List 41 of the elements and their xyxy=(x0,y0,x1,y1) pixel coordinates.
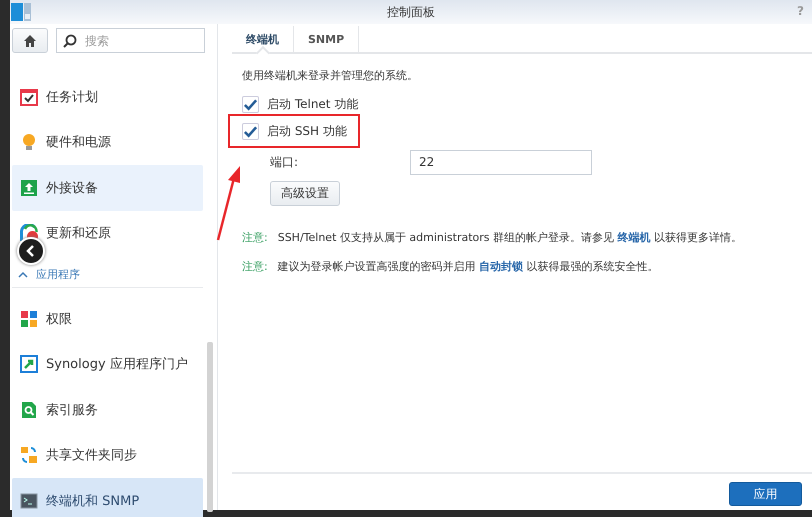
lightbulb-icon xyxy=(20,133,38,152)
permissions-icon xyxy=(20,310,38,328)
upload-icon xyxy=(20,178,38,197)
checkbox[interactable] xyxy=(242,123,259,140)
help-link[interactable]: 自动封锁 xyxy=(479,260,524,273)
calendar-icon xyxy=(20,88,38,106)
sidebar-item[interactable]: 硬件和电源 xyxy=(12,120,203,165)
search-field[interactable]: 搜索 xyxy=(56,28,205,53)
search-icon xyxy=(63,34,77,48)
port-field[interactable]: 22 xyxy=(410,150,592,174)
advanced-settings-button[interactable]: 高级设置 xyxy=(270,181,340,206)
sidebar-item[interactable]: 权限 xyxy=(12,296,203,342)
checkbox[interactable] xyxy=(242,96,259,113)
checkbox-label: 启动 Telnet 功能 xyxy=(267,96,358,113)
index-icon xyxy=(20,400,38,419)
sidebar-item[interactable]: 任务计划 xyxy=(12,74,203,120)
note-text: 建议为登录帐户设置高强度的密码并启用 自动封锁 以获得最强的系统安全性。 xyxy=(278,259,659,274)
description-text: 使用终端机来登录并管理您的系统。 xyxy=(242,68,419,83)
sidebar-item[interactable]: 外接设备 xyxy=(12,165,203,210)
sidebar-item[interactable]: 共享文件夹同步 xyxy=(12,432,203,478)
terminal-icon xyxy=(20,492,38,510)
help-link[interactable]: 终端机 xyxy=(618,231,650,244)
port-label: 端口: xyxy=(270,154,300,170)
portal-icon xyxy=(20,355,38,374)
app-logo-icon xyxy=(11,2,31,22)
note-text: SSH/Telnet 仅支持从属于 administrators 群组的帐户登录。请参见 终端机 以获得更多详情。 xyxy=(278,230,742,245)
chevron-icon xyxy=(18,270,28,278)
sidebar-item[interactable]: Synology 应用程序门户 xyxy=(12,342,203,387)
home-button[interactable] xyxy=(12,28,48,53)
tab[interactable]: SNMP xyxy=(294,26,360,52)
apply-button[interactable]: 应用 xyxy=(729,482,802,506)
note-label: 注意: xyxy=(242,230,268,245)
checkbox-label: 启动 SSH 功能 xyxy=(267,123,347,140)
home-icon xyxy=(23,34,37,48)
sidebar-item[interactable]: 索引服务 xyxy=(12,387,203,432)
folder-sync-icon xyxy=(20,446,38,464)
sidebar-item[interactable]: 终端机和 SNMP xyxy=(12,478,203,517)
window-title: 控制面板 xyxy=(387,4,435,20)
scrollbar[interactable] xyxy=(207,342,213,512)
note-label: 注意: xyxy=(242,259,268,274)
back-button[interactable] xyxy=(17,237,45,265)
